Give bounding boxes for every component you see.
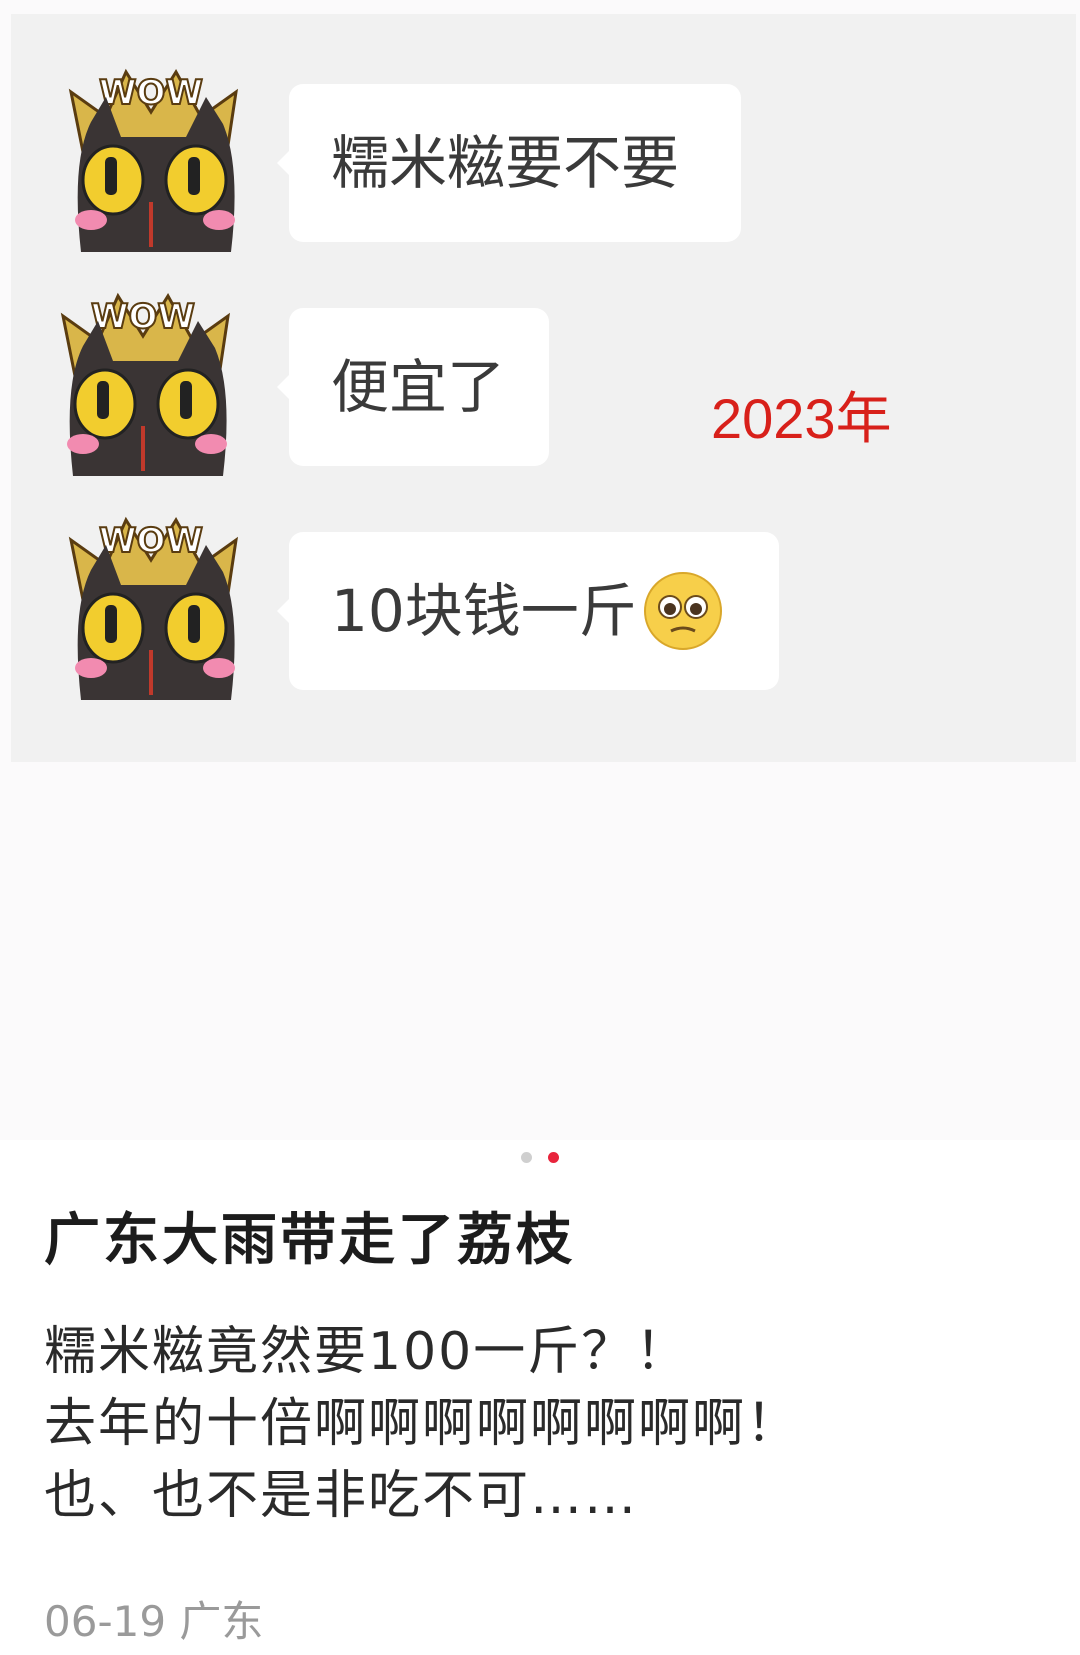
chat-message-text: 糯米糍要不要 (331, 129, 680, 197)
cat-avatar-icon: WOW (68, 516, 239, 700)
chat-message-row: WOW 糯米糍要不要 (11, 42, 1076, 252)
carousel-dot[interactable] (521, 1152, 533, 1163)
crown-wow-text: WOW (91, 297, 195, 337)
post-meta: 06-19 广东 (44, 1588, 263, 1649)
chat-bubble: 10块钱一斤 (277, 532, 779, 690)
cat-avatar-icon: WOW (68, 68, 239, 252)
pleading-face-emoji-icon (643, 572, 722, 650)
chat-message-row: WOW 10块钱一斤 (11, 490, 1076, 700)
crown-wow-text: WOW (99, 73, 203, 113)
chat-message-text: 便宜了 (331, 353, 506, 421)
post-body-line: 糯米糍竟然要100一斤？！ (44, 1322, 690, 1382)
chat-bubble: 便宜了 (277, 308, 549, 466)
chat-message-text: 10块钱一斤 (331, 577, 637, 645)
crown-wow-text: WOW (99, 521, 203, 561)
post-body-line: 也、也不是非吃不可…… (44, 1466, 639, 1526)
chat-bubble: 糯米糍要不要 (277, 84, 741, 242)
post-date: 06-19 (44, 1597, 167, 1646)
post-image-carousel[interactable]: WOW 糯米糍要不要 WOW 便宜了 2023年 WOW 10块钱一斤 (0, 0, 1080, 1140)
chat-screenshot: WOW 糯米糍要不要 WOW 便宜了 2023年 WOW 10块钱一斤 (11, 14, 1076, 762)
post-title: 广东大雨带走了荔枝 (44, 1208, 575, 1273)
cat-avatar-icon: WOW (60, 292, 231, 476)
chat-message-row: WOW 便宜了 (11, 266, 1076, 476)
carousel-dot-active[interactable] (547, 1152, 559, 1163)
post-body-line: 去年的十倍啊啊啊啊啊啊啊啊！ (44, 1394, 801, 1454)
carousel-indicator (0, 1148, 1080, 1167)
post-location: 广东 (179, 1597, 264, 1646)
year-annotation: 2023年 (711, 387, 892, 450)
